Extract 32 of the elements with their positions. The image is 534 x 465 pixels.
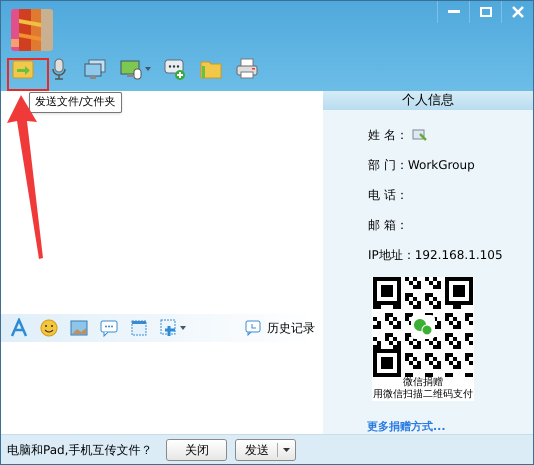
caret-icon[interactable] [180, 326, 186, 330]
image-icon[interactable] [69, 318, 89, 338]
minimize-icon [448, 10, 460, 14]
field-label: IP地址： [368, 246, 415, 264]
qr-caption: 用微信扫描二维码支付 [373, 389, 473, 401]
donate-link[interactable]: 更多捐赠方式... [367, 419, 533, 436]
panel-title: 个人信息 [323, 91, 533, 110]
caret-icon[interactable] [283, 448, 290, 452]
history-button[interactable]: 历史记录 [245, 319, 315, 337]
prompt-text: 电脑和Pad,手机互传文件？ [7, 442, 152, 458]
font-icon[interactable] [9, 318, 29, 338]
speech-bubble-icon[interactable] [99, 318, 119, 338]
tooltip: 发送文件/文件夹 [29, 92, 122, 112]
window-icon[interactable] [129, 318, 149, 338]
field-label: 部 门： [368, 156, 408, 174]
field-label: 邮 箱： [368, 216, 408, 234]
smiley-icon[interactable] [39, 318, 59, 338]
field-label: 姓 名： [368, 126, 408, 144]
edit-icon[interactable] [412, 128, 428, 142]
field-value: 192.168.1.105 [414, 246, 503, 264]
printer-icon[interactable] [235, 57, 259, 81]
maximize-icon [480, 7, 492, 17]
highlight-box [7, 58, 49, 91]
history-icon [245, 320, 261, 336]
screens-icon[interactable] [83, 57, 107, 81]
add-message-icon[interactable] [163, 57, 187, 81]
field-value: WorkGroup [408, 156, 475, 174]
close-icon [512, 6, 524, 18]
qr-caption: 微信捐赠 [403, 377, 443, 388]
send-button[interactable]: 发送 [235, 438, 296, 460]
field-label: 电 话： [368, 186, 408, 204]
close-dialog-button[interactable]: 关闭 [166, 438, 228, 460]
